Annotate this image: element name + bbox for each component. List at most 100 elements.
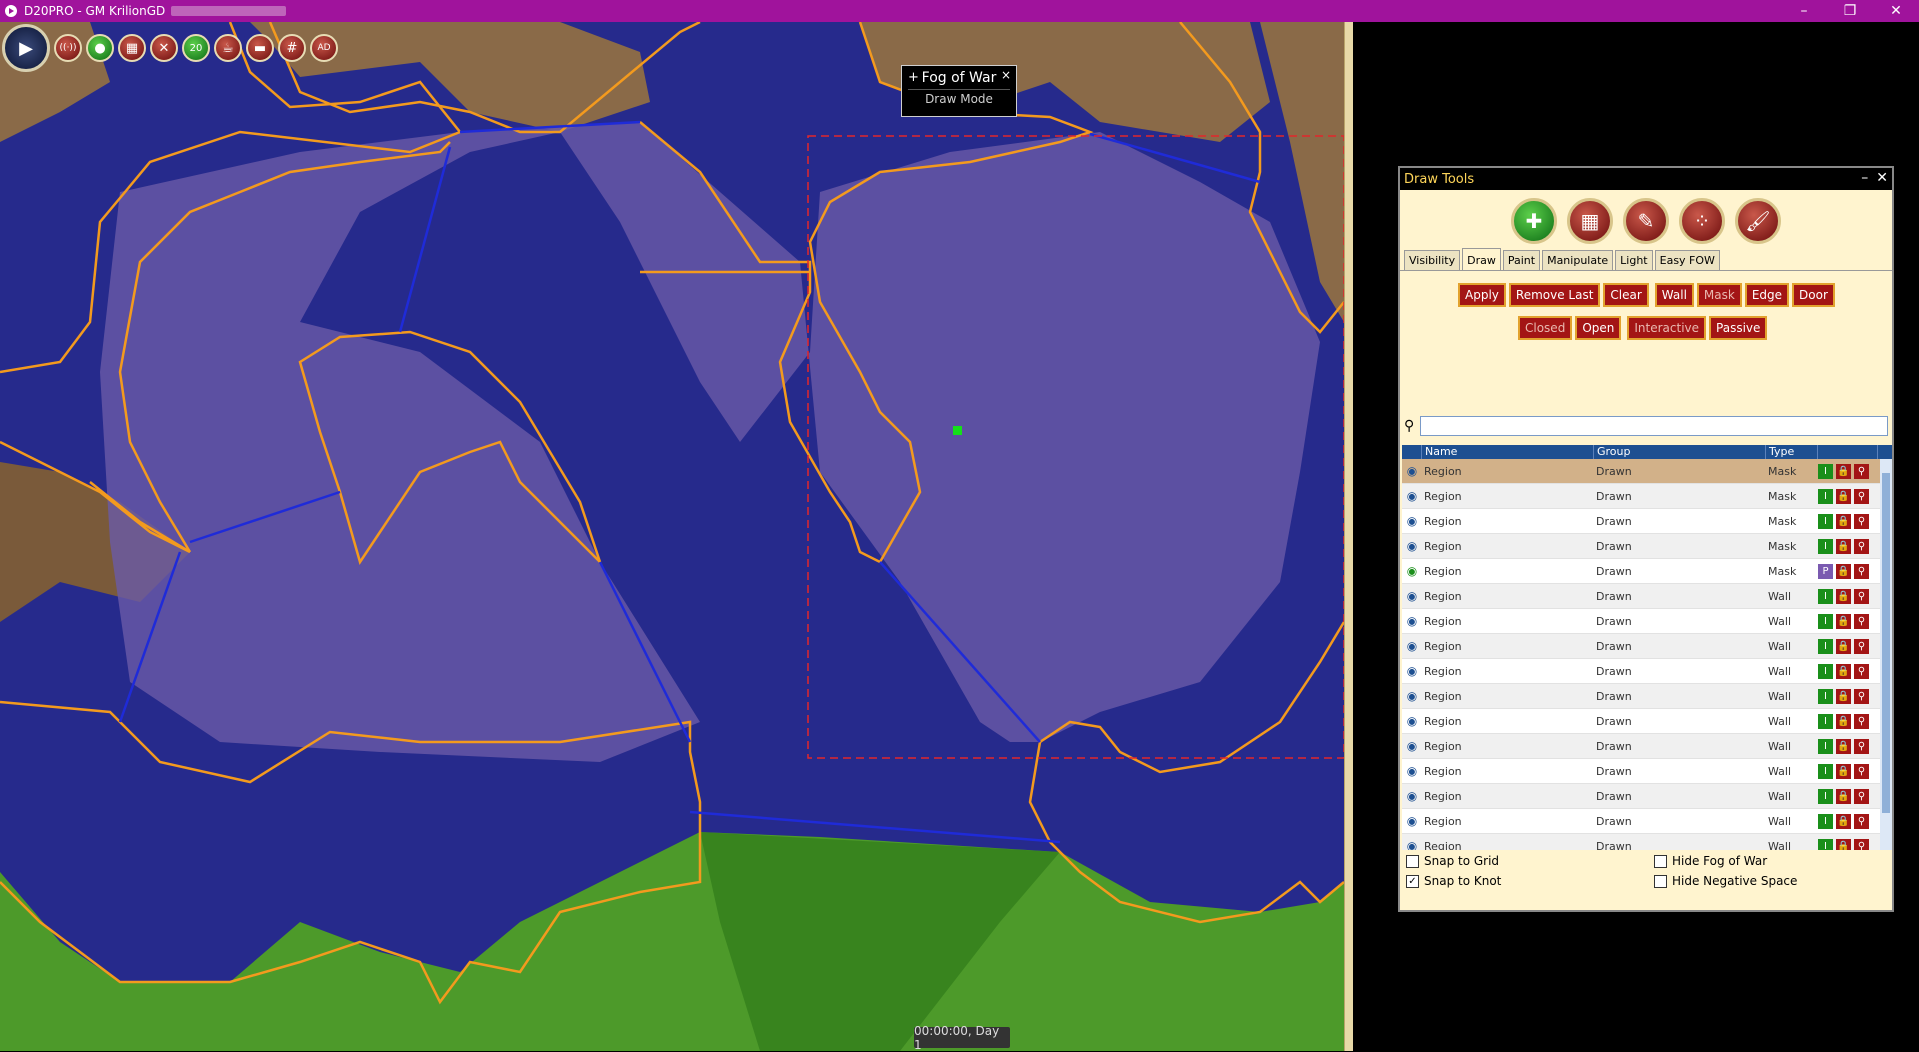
- hide-fog-option[interactable]: Hide Fog of War: [1654, 854, 1767, 868]
- circle-button[interactable]: ●: [86, 34, 114, 62]
- tab-easy-fow[interactable]: Easy FOW: [1654, 250, 1720, 270]
- eye-icon[interactable]: ◉: [1402, 589, 1422, 603]
- snap-to-grid-option[interactable]: Snap to Grid: [1406, 854, 1499, 868]
- wall-button[interactable]: Wall: [1654, 283, 1694, 307]
- close-icon[interactable]: ✕: [1876, 170, 1888, 186]
- passive-button[interactable]: Passive: [1709, 316, 1768, 340]
- fog-of-war-indicator[interactable]: + Fog of War Draw Mode ×: [901, 65, 1017, 117]
- table-row[interactable]: ◉ Region Drawn Wall I 🔒 ⚲: [1402, 759, 1892, 784]
- table-row[interactable]: ◉ Region Drawn Wall I 🔒 ⚲: [1402, 634, 1892, 659]
- main-menu-button[interactable]: ▶: [2, 24, 50, 72]
- mode-badge-icon[interactable]: I: [1818, 763, 1833, 779]
- zoom-icon[interactable]: ⚲: [1854, 563, 1869, 579]
- grid-region-button[interactable]: ▦: [1567, 198, 1613, 244]
- eye-icon[interactable]: ◉: [1402, 764, 1422, 778]
- d20-button[interactable]: 20: [182, 34, 210, 62]
- hide-fog-checkbox[interactable]: [1654, 854, 1667, 868]
- remove-last-button[interactable]: Remove Last: [1508, 283, 1601, 307]
- table-scrollbar[interactable]: [1880, 459, 1892, 850]
- zoom-icon[interactable]: ⚲: [1854, 713, 1869, 729]
- zoom-icon[interactable]: ⚲: [1854, 838, 1869, 850]
- panel-header[interactable]: Draw Tools – ✕: [1400, 168, 1892, 190]
- mode-badge-icon[interactable]: I: [1818, 713, 1833, 729]
- tiles-button[interactable]: ▦: [118, 34, 146, 62]
- table-row[interactable]: ◉ Region Drawn Wall I 🔒 ⚲: [1402, 734, 1892, 759]
- mug-button[interactable]: ☕: [214, 34, 242, 62]
- eye-icon[interactable]: ◉: [1402, 689, 1422, 703]
- eye-icon[interactable]: ◉: [1402, 714, 1422, 728]
- header-name[interactable]: Name: [1422, 445, 1594, 459]
- zoom-icon[interactable]: ⚲: [1854, 488, 1869, 504]
- eye-icon[interactable]: ◉: [1402, 489, 1422, 503]
- eye-icon[interactable]: ◉: [1402, 664, 1422, 678]
- tab-paint[interactable]: Paint: [1502, 250, 1541, 270]
- lock-icon[interactable]: 🔒: [1836, 588, 1851, 604]
- lock-icon[interactable]: 🔒: [1836, 613, 1851, 629]
- mode-badge-icon[interactable]: I: [1818, 513, 1833, 529]
- zoom-icon[interactable]: ⚲: [1854, 638, 1869, 654]
- lock-icon[interactable]: 🔒: [1836, 788, 1851, 804]
- header-type[interactable]: Type: [1766, 445, 1818, 459]
- zoom-icon[interactable]: ⚲: [1854, 788, 1869, 804]
- table-row[interactable]: ◉ Region Drawn Wall I 🔒 ⚲: [1402, 584, 1892, 609]
- table-row[interactable]: ◉ Region Drawn Mask I 🔒 ⚲: [1402, 509, 1892, 534]
- plus-icon[interactable]: +: [908, 70, 919, 85]
- eye-icon[interactable]: ◉: [1402, 539, 1422, 553]
- lock-icon[interactable]: 🔒: [1836, 513, 1851, 529]
- mode-badge-icon[interactable]: I: [1818, 813, 1833, 829]
- mode-badge-icon[interactable]: I: [1818, 463, 1833, 479]
- tab-draw[interactable]: Draw: [1462, 248, 1501, 270]
- zoom-icon[interactable]: ⚲: [1854, 738, 1869, 754]
- ruler-button[interactable]: ▬: [246, 34, 274, 62]
- lock-icon[interactable]: 🔒: [1836, 463, 1851, 479]
- grid-button[interactable]: #: [278, 34, 306, 62]
- zoom-icon[interactable]: ⚲: [1854, 688, 1869, 704]
- table-row[interactable]: ◉ Region Drawn Wall I 🔒 ⚲: [1402, 659, 1892, 684]
- interactive-button[interactable]: Interactive: [1627, 316, 1707, 340]
- lock-icon[interactable]: 🔒: [1836, 663, 1851, 679]
- zoom-icon[interactable]: ⚲: [1854, 538, 1869, 554]
- map-divider[interactable]: [1344, 22, 1353, 1051]
- lock-icon[interactable]: 🔒: [1836, 563, 1851, 579]
- open-button[interactable]: Open: [1575, 316, 1622, 340]
- mode-badge-icon[interactable]: I: [1818, 688, 1833, 704]
- mask-button[interactable]: Mask: [1696, 283, 1742, 307]
- lock-icon[interactable]: 🔒: [1836, 838, 1851, 850]
- eye-icon[interactable]: ◉: [1402, 514, 1422, 528]
- table-row[interactable]: ◉ Region Drawn Wall I 🔒 ⚲: [1402, 809, 1892, 834]
- table-row[interactable]: ◉ Region Drawn Mask P 🔒 ⚲: [1402, 559, 1892, 584]
- hide-negative-option[interactable]: Hide Negative Space: [1654, 874, 1797, 888]
- mode-badge-icon[interactable]: I: [1818, 663, 1833, 679]
- tab-manipulate[interactable]: Manipulate: [1542, 250, 1614, 270]
- table-row[interactable]: ◉ Region Drawn Wall I 🔒 ⚲: [1402, 684, 1892, 709]
- map-canvas[interactable]: [0, 22, 1344, 1051]
- mode-badge-icon[interactable]: I: [1818, 638, 1833, 654]
- apply-button[interactable]: Apply: [1458, 283, 1506, 307]
- combat-button[interactable]: ✕: [150, 34, 178, 62]
- minimize-icon[interactable]: –: [1861, 170, 1868, 186]
- eye-icon[interactable]: ◉: [1402, 814, 1422, 828]
- eye-icon[interactable]: ◉: [1402, 839, 1422, 850]
- zoom-icon[interactable]: ⚲: [1854, 663, 1869, 679]
- table-row[interactable]: ◉ Region Drawn Wall I 🔒 ⚲: [1402, 784, 1892, 809]
- zoom-icon[interactable]: ⚲: [1854, 588, 1869, 604]
- close-button[interactable]: ✕: [1873, 0, 1919, 22]
- restore-button[interactable]: ❐: [1827, 0, 1873, 22]
- eye-icon[interactable]: ◉: [1402, 739, 1422, 753]
- eye-icon[interactable]: ◉: [1402, 639, 1422, 653]
- mode-badge-icon[interactable]: I: [1818, 538, 1833, 554]
- hide-negative-checkbox[interactable]: [1654, 874, 1667, 888]
- door-button[interactable]: Door: [1792, 283, 1835, 307]
- wifi-button[interactable]: ((·)): [54, 34, 82, 62]
- minimize-button[interactable]: –: [1781, 0, 1827, 22]
- tab-light[interactable]: Light: [1615, 250, 1653, 270]
- eye-icon[interactable]: ◉: [1402, 614, 1422, 628]
- close-icon[interactable]: ×: [1001, 68, 1011, 82]
- lock-icon[interactable]: 🔒: [1836, 488, 1851, 504]
- lock-icon[interactable]: 🔒: [1836, 688, 1851, 704]
- lock-icon[interactable]: 🔒: [1836, 813, 1851, 829]
- mode-badge-icon[interactable]: I: [1818, 488, 1833, 504]
- table-row[interactable]: ◉ Region Drawn Mask I 🔒 ⚲: [1402, 484, 1892, 509]
- mode-badge-icon[interactable]: P: [1818, 563, 1833, 579]
- add-region-button[interactable]: ✚: [1511, 198, 1557, 244]
